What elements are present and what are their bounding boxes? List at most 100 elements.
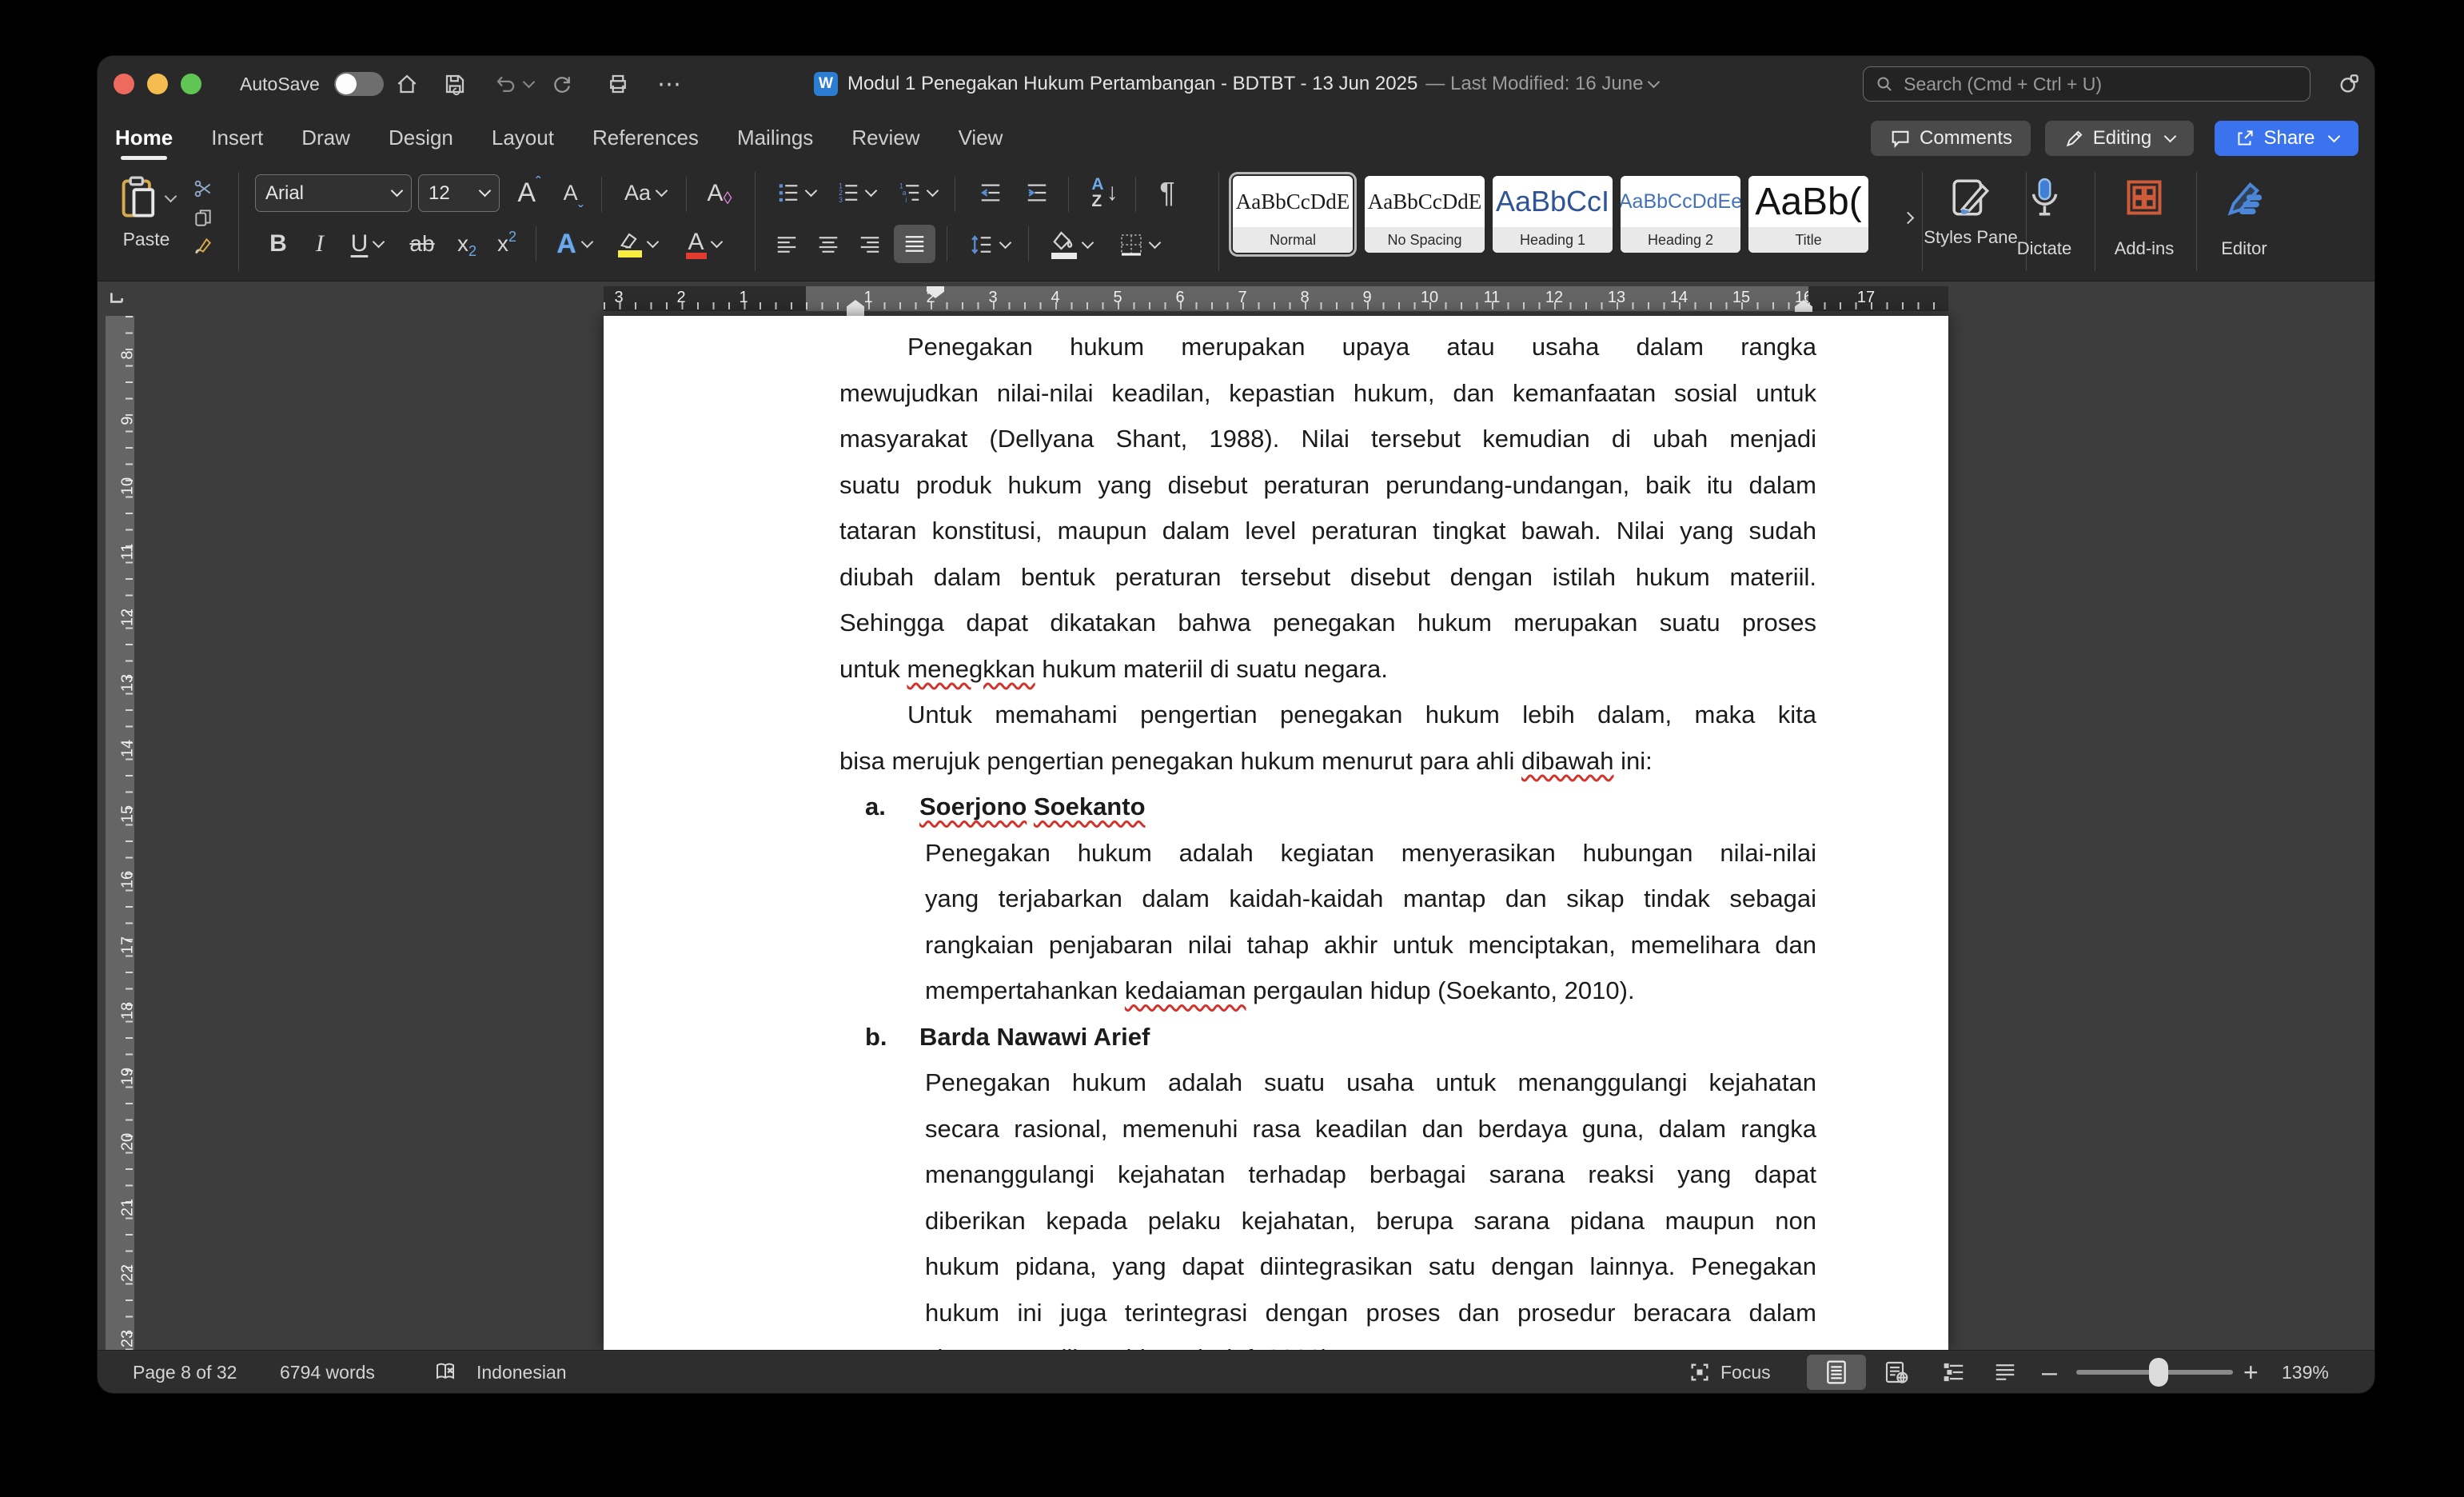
text-line[interactable]: Penegakan hukum adalah suatu usaha untuk… (925, 1065, 1816, 1105)
text-line[interactable]: Sehingga dapat dikatakan bahwa penegakan… (839, 605, 1816, 645)
styles-gallery-expand-button[interactable] (1890, 204, 1919, 236)
zoom-out-button[interactable]: – (2042, 1351, 2057, 1393)
more-commands-button[interactable]: ⋯ (657, 56, 683, 112)
format-painter-button[interactable] (187, 234, 219, 258)
zoom-window-button[interactable] (181, 74, 201, 94)
tab-stop-selector[interactable] (102, 285, 131, 311)
line-spacing-button[interactable] (959, 228, 1019, 261)
text-line[interactable]: a.Soerjono Soekanto (919, 789, 1815, 829)
borders-button[interactable] (1106, 228, 1170, 261)
strikethrough-button[interactable]: ab (400, 228, 445, 260)
superscript-button[interactable]: x2 (486, 228, 528, 260)
bold-button[interactable]: B (261, 228, 296, 260)
tab-view[interactable]: View (957, 112, 1005, 164)
text-effects-button[interactable]: A (545, 228, 603, 260)
style-title[interactable]: AaBb(Title (1748, 176, 1868, 253)
editor-button[interactable] (2212, 174, 2276, 222)
change-case-button[interactable]: Aa (616, 174, 675, 212)
text-line[interactable]: diberikan kepada pelaku kejahatan, berup… (925, 1204, 1816, 1244)
copy-button[interactable] (187, 206, 219, 230)
zoom-in-button[interactable]: + (2243, 1351, 2259, 1393)
word-count[interactable]: 6794 words (280, 1351, 375, 1393)
style-heading-2[interactable]: AaBbCcDdEeHeading 2 (1621, 176, 1740, 253)
comments-button[interactable]: Comments (1871, 121, 2031, 156)
text-line[interactable]: bisa merujuk pengertian penegakan hukum … (839, 744, 1816, 784)
text-line[interactable]: rangkaian penjabaran nilai tahap akhir u… (925, 928, 1816, 968)
text-line[interactable]: tataran konstitusi, maupun dalam level p… (839, 513, 1816, 553)
minimize-window-button[interactable] (147, 74, 168, 94)
outline-view-button[interactable] (1930, 1355, 1978, 1390)
paste-button[interactable] (117, 172, 176, 225)
tab-design[interactable]: Design (387, 112, 455, 164)
spellcheck-status[interactable] (433, 1351, 457, 1393)
focus-button[interactable]: Focus (1689, 1351, 1771, 1393)
text-line[interactable]: Untuk memahami pengertian penegakan huku… (907, 697, 1816, 737)
page[interactable]: Penegakan hukum merupakan upaya atau usa… (604, 316, 1948, 1350)
addins-button[interactable] (2112, 174, 2176, 222)
text-line[interactable]: menanggulangi kejahatan terhadap berbaga… (925, 1157, 1816, 1197)
text-line[interactable]: mewujudkan nilai-nilai keadilan, kepasti… (839, 376, 1816, 416)
text-line[interactable]: hukum pidana, yang dapat diintegrasikan … (925, 1249, 1816, 1289)
sort-button[interactable]: A Z ↓ (1081, 173, 1129, 213)
text-line[interactable]: Penegakan hukum adalah kegiatan menyeras… (925, 836, 1816, 876)
decrease-indent-button[interactable] (969, 174, 1012, 211)
bullets-button[interactable] (769, 174, 822, 211)
clear-formatting-button[interactable]: A◊ (699, 174, 740, 212)
font-color-button[interactable]: A (675, 228, 732, 260)
styles-pane-button[interactable] (1927, 174, 2015, 222)
text-line[interactable]: mempertahankan kedaiaman pergaulan hidup… (925, 973, 1816, 1013)
search-input[interactable] (1902, 73, 2299, 96)
align-center-button[interactable] (809, 228, 847, 261)
account-button[interactable] (2336, 56, 2362, 112)
numbering-button[interactable]: 123 (829, 174, 882, 211)
multilevel-list-button[interactable]: 1ai (891, 174, 943, 211)
text-line[interactable]: suatu produk hukum yang disebut peratura… (839, 468, 1816, 508)
show-marks-button[interactable]: ¶ (1146, 173, 1188, 213)
tab-references[interactable]: References (591, 112, 700, 164)
subscript-button[interactable]: x2 (446, 228, 488, 260)
language-indicator[interactable]: Indonesian (476, 1351, 567, 1393)
tab-insert[interactable]: Insert (209, 112, 265, 164)
font-name-select[interactable]: Arial (255, 174, 412, 212)
shading-button[interactable] (1041, 228, 1102, 261)
italic-button[interactable]: I (302, 228, 337, 260)
increase-indent-button[interactable] (1015, 174, 1059, 211)
editing-mode-button[interactable]: Editing (2045, 121, 2194, 156)
highlight-button[interactable] (608, 228, 667, 260)
document-title[interactable]: W Modul 1 Penegakan Hukum Pertambangan -… (814, 56, 1658, 112)
zoom-percentage[interactable]: 139% (2282, 1351, 2329, 1393)
web-layout-view-button[interactable] (1871, 1355, 1922, 1390)
print-layout-view-button[interactable] (1807, 1355, 1866, 1390)
text-line[interactable]: b.Barda Nawawi Arief (919, 1020, 1815, 1060)
home-button[interactable] (395, 56, 419, 112)
align-right-button[interactable] (851, 228, 889, 261)
text-line[interactable]: hukum ini juga terintegrasi dengan prose… (925, 1295, 1816, 1335)
text-line[interactable]: untuk menegkkan hukum materiil di suatu … (839, 652, 1816, 692)
autosave-toggle[interactable] (334, 72, 384, 96)
search-box[interactable] (1863, 66, 2310, 102)
tab-home[interactable]: Home (114, 112, 174, 164)
style-no-spacing[interactable]: AaBbCcDdENo Spacing (1365, 176, 1485, 253)
save-button[interactable] (443, 56, 467, 112)
tab-review[interactable]: Review (850, 112, 921, 164)
shrink-font-button[interactable]: Aˆ (553, 174, 593, 212)
text-line[interactable]: sistem peradilan pidana (Arief, 2002). (925, 1341, 1816, 1350)
text-line[interactable]: secara rasional, memenuhi rasa keadilan … (925, 1112, 1816, 1152)
text-line[interactable]: diubah dalam bentuk peraturan tersebut d… (839, 560, 1816, 600)
font-size-select[interactable]: 12 (418, 174, 500, 212)
underline-button[interactable]: U (339, 228, 395, 260)
text-line[interactable]: yang terjabarkan dalam kaidah-kaidah man… (925, 881, 1816, 921)
align-justify-button[interactable] (894, 225, 935, 263)
style-normal[interactable]: AaBbCcDdENormal (1233, 176, 1353, 253)
draft-view-button[interactable] (1981, 1355, 2029, 1390)
zoom-slider-thumb[interactable] (2149, 1358, 2168, 1387)
align-left-button[interactable] (768, 228, 806, 261)
tab-draw[interactable]: Draw (300, 112, 352, 164)
tab-layout[interactable]: Layout (490, 112, 556, 164)
grow-font-button[interactable]: Aˆ (508, 174, 550, 212)
dictate-button[interactable] (2015, 174, 2074, 222)
text-line[interactable]: masyarakat (Dellyana Shant, 1988). Nilai… (839, 421, 1816, 461)
tab-mailings[interactable]: Mailings (736, 112, 815, 164)
redo-button[interactable] (550, 56, 574, 112)
print-button[interactable] (606, 56, 630, 112)
